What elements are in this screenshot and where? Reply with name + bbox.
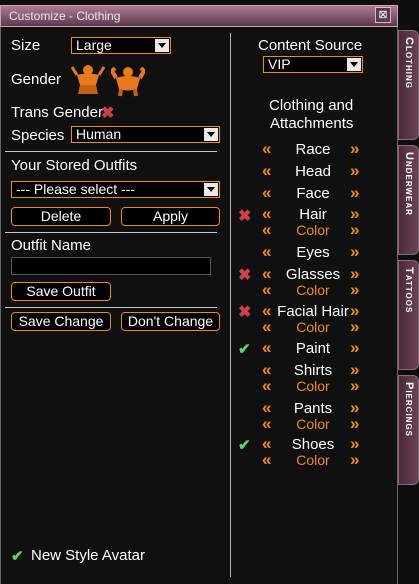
save-outfit-button[interactable]: Save Outfit [11,282,111,301]
eyes-label: Eyes [296,244,330,261]
divider [5,232,217,233]
shirts-color-next-icon[interactable]: » [350,377,359,394]
shoes-next-icon[interactable]: » [350,435,359,452]
female-gender-icon[interactable] [71,63,105,95]
head-label: Head [295,163,331,180]
tab-piercings[interactable]: Piercings [398,375,419,485]
chevron-down-icon[interactable] [204,183,218,196]
size-value: Large [76,37,112,53]
trans-gender-label: Trans Gender [11,104,103,121]
eyes-next-icon[interactable]: » [350,243,359,260]
shoes-label: Shoes [291,436,335,453]
face-label: Face [296,185,330,202]
head-next-icon[interactable]: » [350,162,359,179]
facial-hair-color-next-icon[interactable]: » [350,318,359,335]
shoes-check-icon[interactable]: ✔ [238,436,251,454]
shoes-color-label: Color [296,452,330,468]
shirts-next-icon[interactable]: » [350,361,359,378]
tab-tattoos[interactable]: Tattoos [398,260,419,370]
trans-gender-x-icon[interactable]: ✖ [101,103,114,123]
outfit-name-label: Outfit Name [11,237,92,254]
facial-hair-next-icon[interactable]: » [350,302,359,319]
facial-hair-x-icon[interactable]: ✖ [238,302,251,322]
close-icon[interactable]: ⊠ [375,7,391,23]
save-change-button[interactable]: Save Change [11,312,111,331]
glasses-next-icon[interactable]: » [350,265,359,282]
clothing-header-line2: Attachments [270,115,354,132]
divider [5,151,217,152]
shirts-color-label: Color [296,378,330,394]
content-source-label: Content Source [258,37,363,54]
species-label: Species [11,127,65,144]
paint-label: Paint [295,340,331,357]
window-title: Customize - Clothing [9,9,121,23]
size-dropdown[interactable]: Large [71,37,171,54]
content-source-value: VIP [268,56,291,72]
hair-label: Hair [299,206,327,223]
paint-check-icon[interactable]: ✔ [238,340,251,358]
column-divider [230,33,231,577]
title-bar[interactable]: Customize - Clothing ⊠ [0,5,398,27]
dont-change-button[interactable]: Don't Change [121,312,220,331]
chevron-down-icon[interactable] [347,58,361,71]
face-next-icon[interactable]: » [350,184,359,201]
outfit-name-input[interactable] [11,257,211,275]
pants-next-icon[interactable]: » [350,399,359,416]
facial-hair-color-label: Color [296,319,330,335]
tab-piercings-label: Piercings [403,382,415,438]
tab-underwear[interactable]: Underwear [398,145,419,255]
tab-tattoos-label: Tattoos [403,267,415,314]
glasses-color-next-icon[interactable]: » [350,281,359,298]
delete-button[interactable]: Delete [11,207,111,226]
hair-x-icon[interactable]: ✖ [238,206,251,226]
pants-label: Pants [293,400,333,417]
shirts-label: Shirts [293,362,333,379]
hair-next-icon[interactable]: » [350,205,359,222]
apply-button[interactable]: Apply [121,207,220,226]
tab-underwear-label: Underwear [403,152,415,216]
race-label: Race [295,141,331,158]
shoes-color-next-icon[interactable]: » [350,451,359,468]
glasses-x-icon[interactable]: ✖ [238,265,251,285]
species-dropdown[interactable]: Human [71,126,220,143]
paint-next-icon[interactable]: » [350,339,359,356]
pants-color-next-icon[interactable]: » [350,415,359,432]
gender-label: Gender [11,71,62,88]
tab-clothing[interactable]: Clothing [398,30,419,140]
new-style-check-icon[interactable]: ✔ [11,547,24,565]
hair-color-next-icon[interactable]: » [350,221,359,238]
divider [5,307,217,308]
facial-hair-label: Facial Hair [277,303,349,320]
chevron-down-icon[interactable] [204,128,218,141]
content-source-dropdown[interactable]: VIP [263,56,363,73]
size-label: Size [11,37,41,54]
main-panel: Size Large Gender Trans Gender ✖ Species… [0,27,398,584]
chevron-down-icon[interactable] [155,39,169,52]
hair-color-label: Color [296,222,330,238]
glasses-color-label: Color [296,282,330,298]
male-gender-icon[interactable] [111,65,145,97]
race-next-icon[interactable]: » [350,140,359,157]
pants-color-label: Color [296,416,330,432]
clothing-header-line1: Clothing and [269,97,354,114]
outfit-select-dropdown[interactable]: --- Please select --- [11,181,220,198]
glasses-label: Glasses [285,266,341,283]
stored-outfits-label: Your Stored Outfits [11,157,138,174]
tab-clothing-label: Clothing [403,37,415,89]
outfit-select-value: --- Please select --- [16,181,136,197]
species-value: Human [76,126,122,142]
new-style-avatar-label: New Style Avatar [31,547,145,564]
